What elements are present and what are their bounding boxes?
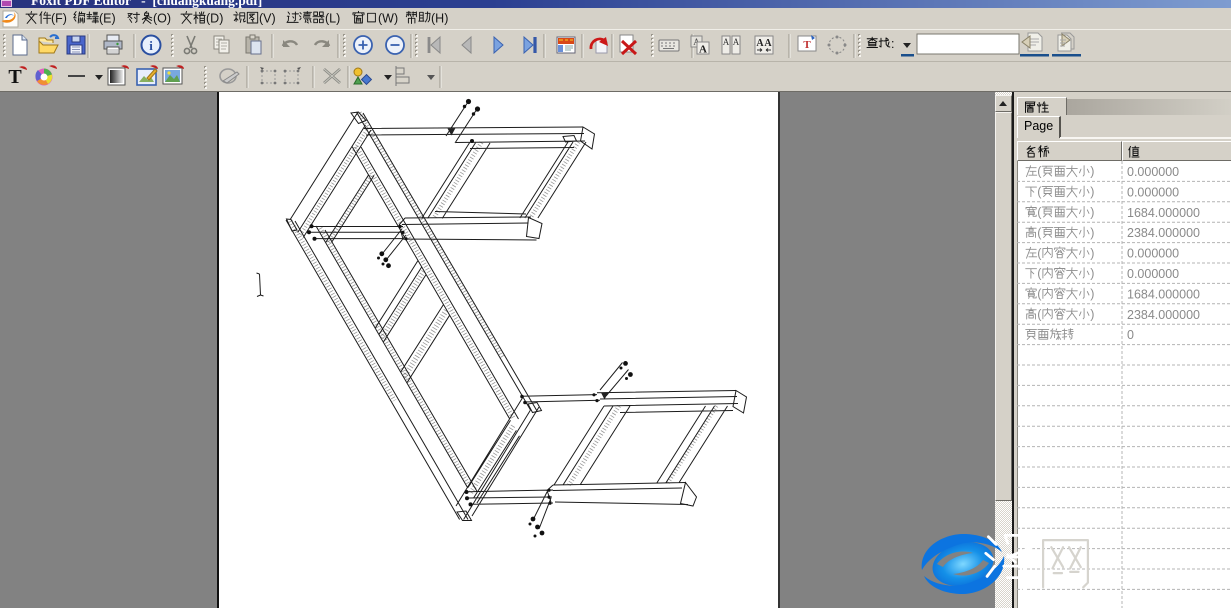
svg-text:0.000000: 0.000000 [1127,165,1179,179]
svg-text:2384.000000: 2384.000000 [1127,308,1200,322]
svg-text:0: 0 [1127,328,1134,342]
svg-text:(: ( [1037,206,1042,220]
svg-text:1684.000000: 1684.000000 [1127,287,1200,301]
svg-text:1684.000000: 1684.000000 [1127,206,1200,220]
svg-text:): ) [1090,308,1094,322]
svg-text:): ) [1090,206,1094,220]
svg-text:): ) [1090,267,1094,281]
svg-text:2384.000000: 2384.000000 [1127,226,1200,240]
svg-text:): ) [1090,246,1094,260]
svg-text:(: ( [1037,226,1042,240]
svg-text:): ) [1090,165,1094,179]
svg-text:(: ( [1037,308,1042,322]
svg-text:(: ( [1037,185,1042,199]
svg-text:): ) [1090,185,1094,199]
svg-text:0.000000: 0.000000 [1127,185,1179,199]
svg-text:(: ( [1037,246,1042,260]
svg-text:): ) [1090,287,1094,301]
svg-text:): ) [1090,226,1094,240]
svg-text:(: ( [1037,287,1042,301]
svg-text:(: ( [1037,267,1042,281]
svg-text:0.000000: 0.000000 [1127,267,1179,281]
svg-text:0.000000: 0.000000 [1127,247,1179,261]
svg-text:(: ( [1037,165,1042,179]
